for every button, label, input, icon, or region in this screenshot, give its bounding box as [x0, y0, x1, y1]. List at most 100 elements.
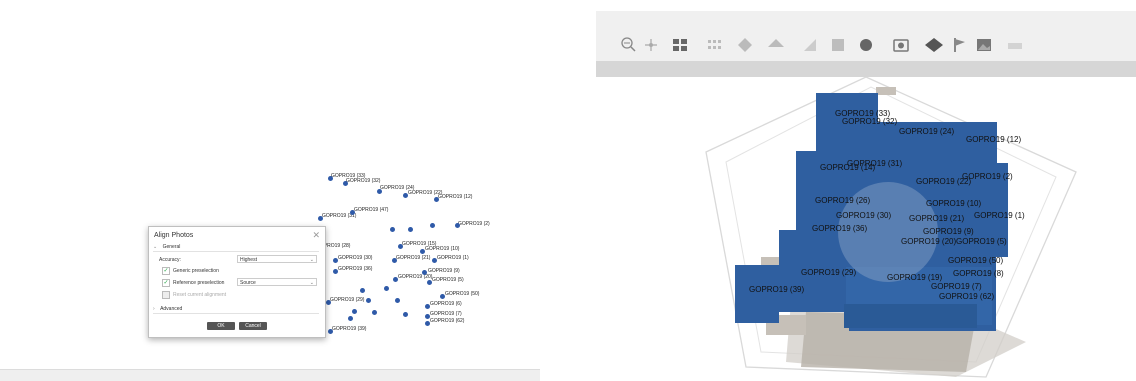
camera-point: [427, 280, 432, 285]
camera-point: [425, 321, 430, 326]
camera-point: [425, 314, 430, 319]
photo-label: GOPRO19 (30): [338, 255, 373, 261]
camera-point: [333, 269, 338, 274]
camera-label: GOPRO19 (20): [901, 237, 957, 246]
texture-icon[interactable]: [801, 37, 819, 53]
camera-point: [318, 216, 323, 221]
camera-point: [440, 294, 445, 299]
dense-cloud-icon[interactable]: [736, 37, 754, 53]
camera-point: [360, 288, 365, 293]
photo-label: GOPRO19 (7): [430, 311, 462, 317]
camera-point: [434, 197, 439, 202]
camera-point: [328, 176, 333, 181]
photo-label: GOPRO19 (36): [338, 266, 373, 272]
section-advanced[interactable]: › Advanced: [153, 306, 319, 314]
photo-label: GOPRO19 (47): [354, 207, 389, 213]
accuracy-value: Highest: [240, 257, 257, 263]
reference-value: Source: [240, 280, 256, 286]
camera-point: [430, 223, 435, 228]
photo-label: GOPRO19 (2): [458, 221, 490, 227]
cancel-button[interactable]: Cancel: [239, 322, 267, 330]
camera-label: GOPRO19 (26): [815, 196, 871, 205]
camera-point: [377, 189, 382, 194]
accuracy-select[interactable]: Highest ⌄: [237, 255, 317, 263]
camera-label: GOPRO19 (39): [749, 285, 805, 294]
camera-point: [333, 258, 338, 263]
chevron-down-icon: ⌄: [309, 257, 314, 263]
camera-point: [422, 270, 427, 275]
generic-preselection-checkbox[interactable]: ✓: [162, 267, 170, 275]
layers-icon[interactable]: [1006, 37, 1024, 53]
dialog-title: Align Photos: [154, 232, 194, 239]
chevron-down-icon: ⌄: [309, 280, 314, 286]
image-icon[interactable]: [976, 37, 998, 53]
photo-label: GOPRO19 (29): [330, 297, 365, 303]
toolbar-strip: [596, 61, 1136, 77]
reference-select[interactable]: Source ⌄: [237, 278, 317, 286]
camera-point: [455, 223, 460, 228]
camera-point: [395, 298, 400, 303]
photo-label: GOPRO19 (20): [398, 274, 433, 280]
reference-preselection-checkbox[interactable]: ✓: [162, 279, 170, 287]
photo-label: GOPRO19 (32): [346, 178, 381, 184]
status-bar: [0, 369, 540, 381]
camera-point: [392, 258, 397, 263]
camera-label: GOPRO19 (50): [948, 256, 1004, 265]
photo-label: GOPRO19 (39): [332, 326, 367, 332]
section-general[interactable]: ⌄ General: [153, 244, 319, 252]
navigation-icon[interactable]: [642, 37, 660, 53]
ok-button[interactable]: OK: [207, 322, 235, 330]
photo-label: GOPRO19 (12): [438, 194, 473, 200]
section-advanced-label: Advanced: [160, 306, 183, 312]
camera-grid-icon[interactable]: [672, 37, 690, 53]
photo-label: GOPRO19 (6): [430, 301, 462, 307]
generic-preselection-label: Generic preselection: [173, 268, 219, 274]
camera-label: GOPRO19 (21): [909, 214, 965, 223]
points-grid-icon[interactable]: [706, 37, 724, 53]
camera-label: GOPRO19 (32): [842, 117, 898, 126]
camera-label: GOPRO19 (62): [939, 292, 995, 301]
shapes-icon[interactable]: [924, 37, 944, 53]
reset-alignment-checkbox[interactable]: [162, 291, 170, 299]
chevron-right-icon: ›: [153, 306, 155, 312]
camera-point: [384, 286, 389, 291]
camera-point: [420, 249, 425, 254]
chevron-down-icon: ⌄: [153, 244, 158, 250]
photo-label: GOPRO19 (1): [437, 255, 469, 261]
camera-point: [390, 227, 395, 232]
globe-icon[interactable]: [858, 37, 878, 53]
mesh-icon[interactable]: [766, 37, 786, 53]
model-viewport[interactable]: GOPRO19 (33) GOPRO19 (32) GOPRO19 (24) G…: [596, 77, 1136, 381]
camera-label: GOPRO19 (19): [887, 273, 943, 282]
camera-label: GOPRO19 (10): [926, 199, 982, 208]
camera-point: [432, 258, 437, 263]
toolbar: [596, 11, 1136, 61]
section-general-label: General: [162, 244, 181, 250]
photo-label: GOPRO19 (50): [445, 291, 480, 297]
camera-label: GOPRO19 (30): [836, 211, 892, 220]
camera-point: [350, 210, 355, 215]
camera-label: GOPRO19 (9): [923, 227, 974, 236]
photo-label: GOPRO19 (9): [428, 268, 460, 274]
photo-label: GOPRO19 (62): [430, 318, 465, 324]
flag-icon[interactable]: [952, 37, 968, 53]
camera-label: GOPRO19 (24): [899, 127, 955, 136]
camera-icon[interactable]: [892, 37, 914, 53]
camera-label: GOPRO19 (1): [974, 211, 1025, 220]
camera-label: GOPRO19 (8): [953, 269, 1004, 278]
left-viewport[interactable]: GOPRO19 (33) GOPRO19 (32) GOPRO19 (24) G…: [0, 0, 560, 381]
camera-point: [348, 316, 353, 321]
camera-point: [372, 310, 377, 315]
camera-point: [403, 312, 408, 317]
camera-label: GOPRO19 (22): [916, 177, 972, 186]
close-icon[interactable]: ✕: [312, 230, 320, 241]
reset-alignment-label: Reset current alignment: [173, 292, 227, 298]
camera-point: [352, 309, 357, 314]
photo-label: GOPRO19 (21): [396, 255, 431, 261]
tiled-model-icon[interactable]: [830, 37, 846, 53]
reference-preselection-label: Reference preselection: [173, 280, 225, 286]
photo-label: GOPRO19 (10): [425, 246, 460, 252]
zoom-out-icon[interactable]: [621, 37, 637, 53]
camera-label: GOPRO19 (36): [812, 224, 868, 233]
camera-point: [408, 227, 413, 232]
